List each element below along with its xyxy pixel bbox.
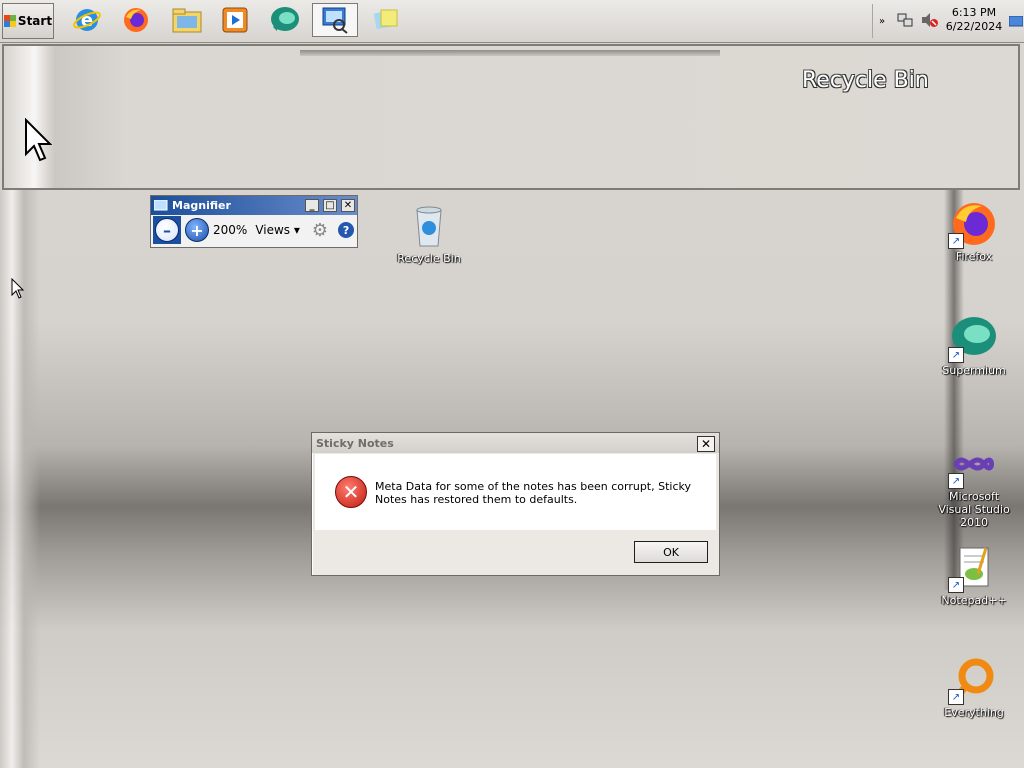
supermium-icon: ↗ <box>948 314 998 363</box>
dialog-close-button[interactable]: ✕ <box>697 436 715 452</box>
clock[interactable]: 6:13 PM 6/22/2024 <box>941 6 1007 34</box>
notepadpp-icon: ↗ <box>948 544 998 593</box>
desktop-streak <box>0 190 40 768</box>
desktop-icon-notepadpp[interactable]: ↗ Notepad++ <box>934 544 1014 607</box>
taskbar: Start e » 6:13 PM 6/22/2024 <box>0 0 1024 43</box>
error-icon: ✕ <box>335 476 367 508</box>
show-desktop-icon[interactable] <box>1008 15 1024 31</box>
magnifier-icon[interactable] <box>312 3 358 37</box>
file-explorer-icon[interactable] <box>164 3 210 37</box>
zoom-out-icon: – <box>155 218 179 242</box>
magnifier-lens-view: Recycle Bin <box>2 44 1020 190</box>
firefox-icon: ↗ <box>948 200 998 249</box>
desktop-icon-visual-studio[interactable]: ↗ Microsoft Visual Studio 2010 <box>934 440 1014 529</box>
magnified-recycle-bin-label: Recycle Bin <box>802 68 929 93</box>
everything-icon: ↗ <box>948 656 998 705</box>
recycle-bin-icon <box>405 202 453 250</box>
magnifier-window: Magnifier _ □ ✕ – + 200% Views ▾ ⚙ ? <box>150 195 358 248</box>
internet-explorer-icon[interactable]: e <box>64 3 110 37</box>
chevron-down-icon: ▾ <box>293 223 300 237</box>
help-icon[interactable]: ? <box>338 222 355 238</box>
sticky-notes-error-dialog: Sticky Notes ✕ ✕ Meta Data for some of t… <box>311 432 720 576</box>
volume-muted-icon[interactable] <box>921 12 939 31</box>
magnified-cursor-icon <box>25 118 52 162</box>
dialog-body: ✕ Meta Data for some of the notes has be… <box>315 454 716 530</box>
visual-studio-label: Microsoft Visual Studio 2010 <box>938 490 1010 529</box>
media-player-icon[interactable] <box>212 3 258 37</box>
mouse-cursor-icon <box>11 278 25 299</box>
shortcut-arrow-icon: ↗ <box>948 233 964 249</box>
ok-button[interactable]: OK <box>634 541 708 563</box>
desktop-icon-recycle-bin[interactable]: Recycle Bin <box>389 202 469 265</box>
views-label: Views <box>255 223 291 237</box>
start-button[interactable]: Start <box>2 3 54 39</box>
zoom-level: 200% <box>213 223 248 237</box>
desktop-icon-firefox[interactable]: ↗ Firefox <box>934 200 1014 263</box>
desktop-icon-supermium[interactable]: ↗ Supermium <box>934 314 1014 377</box>
close-button[interactable]: ✕ <box>341 199 355 212</box>
dialog-message: Meta Data for some of the notes has been… <box>375 480 691 506</box>
clock-time: 6:13 PM <box>951 6 997 19</box>
firefox-icon[interactable] <box>113 3 159 37</box>
shortcut-arrow-icon: ↗ <box>948 347 964 363</box>
windows-flag-icon <box>3 15 16 27</box>
settings-gear-icon[interactable]: ⚙ <box>312 220 328 241</box>
minimize-button[interactable]: _ <box>305 199 319 212</box>
shortcut-arrow-icon: ↗ <box>948 689 964 705</box>
magnified-window-edge <box>300 50 720 56</box>
recycle-bin-label: Recycle Bin <box>397 252 461 265</box>
clock-date: 6/22/2024 <box>945 20 1003 33</box>
system-tray: » 6:13 PM 6/22/2024 <box>872 4 1024 38</box>
sticky-notes-icon[interactable] <box>363 3 409 37</box>
zoom-out-button[interactable]: – <box>153 216 181 244</box>
everything-label: Everything <box>944 706 1004 719</box>
zoom-in-button[interactable]: + <box>185 218 209 242</box>
start-label: Start <box>17 14 53 28</box>
firefox-label: Firefox <box>955 250 993 263</box>
shortcut-arrow-icon: ↗ <box>948 473 964 489</box>
magnifier-title-bar[interactable]: Magnifier _ □ ✕ <box>151 196 357 215</box>
show-hidden-icons-chevron-icon[interactable]: » <box>879 16 885 27</box>
magnifier-app-icon <box>154 199 168 210</box>
notepadpp-label: Notepad++ <box>941 594 1007 607</box>
dialog-title-bar[interactable]: Sticky Notes <box>312 433 719 453</box>
supermium-label: Supermium <box>942 364 1006 377</box>
network-icon[interactable] <box>897 12 913 31</box>
shortcut-arrow-icon: ↗ <box>948 577 964 593</box>
magnifier-title: Magnifier <box>172 199 231 212</box>
desktop-icon-everything[interactable]: ↗ Everything <box>934 656 1014 719</box>
views-dropdown[interactable]: Views ▾ <box>255 223 300 237</box>
maximize-button[interactable]: □ <box>323 199 337 212</box>
supermium-icon[interactable] <box>262 3 308 37</box>
dialog-title: Sticky Notes <box>316 436 394 450</box>
visual-studio-icon: ↗ <box>948 440 998 489</box>
